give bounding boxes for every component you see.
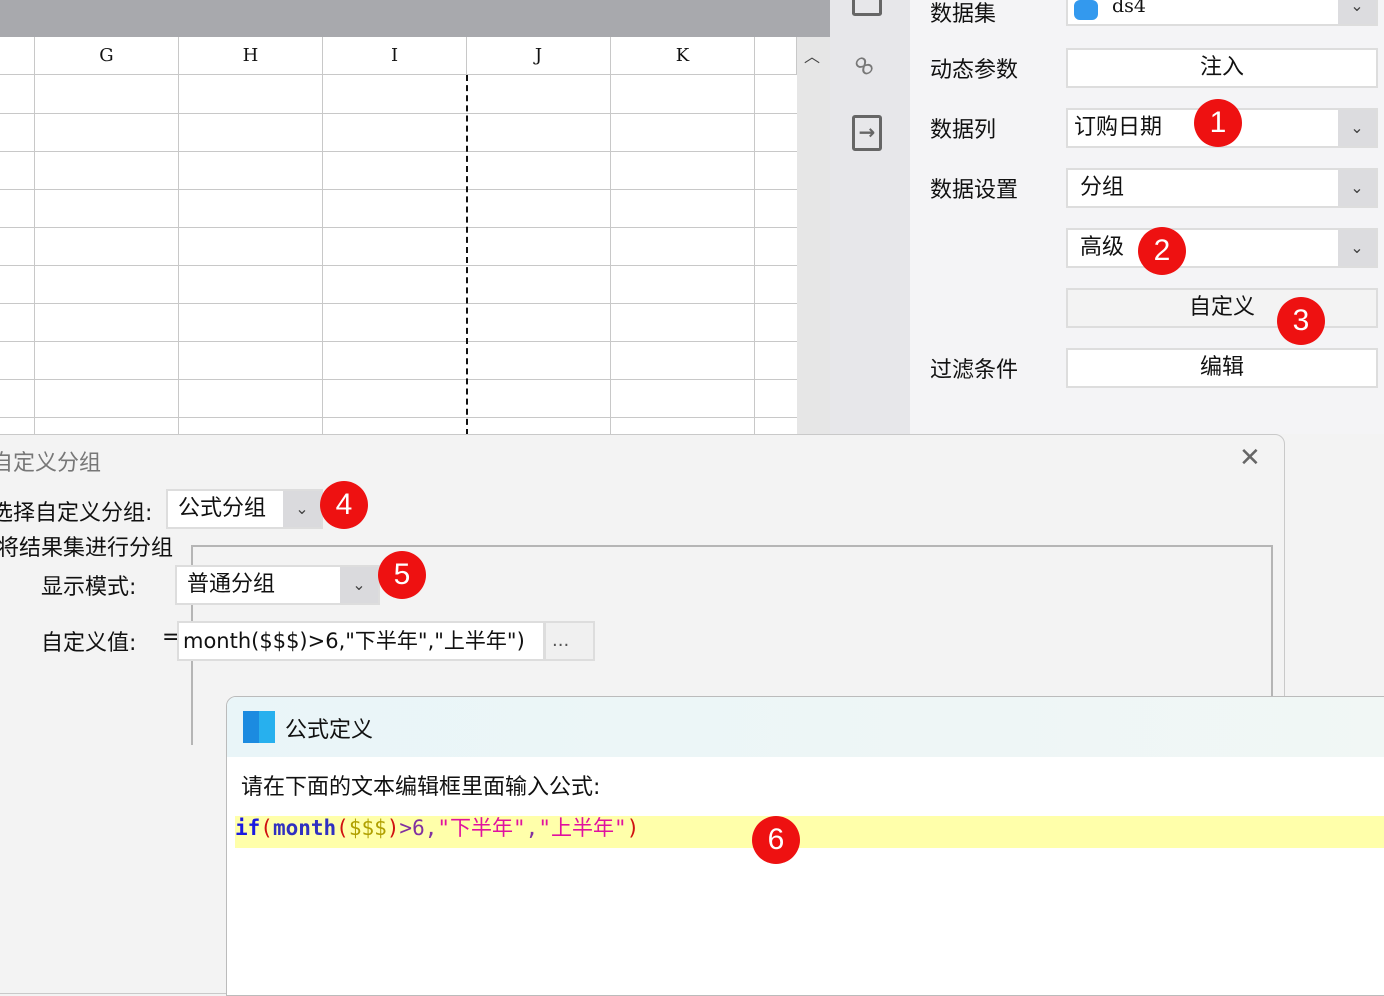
code-arg: $$$ <box>348 816 387 840</box>
code-paren: ) <box>386 816 400 840</box>
dataset-value: ds4 <box>1112 0 1147 17</box>
database-icon <box>1074 0 1098 20</box>
group-type-value: 公式分组 <box>178 496 267 521</box>
toolbar-strip <box>0 0 830 37</box>
display-mode-label: 显示模式: <box>41 575 137 600</box>
chevron-down-icon[interactable]: ⌄ <box>1338 110 1376 146</box>
data-setting-label: 数据设置 <box>930 178 1019 203</box>
code-string: "下半年" <box>437 816 526 840</box>
custom-value-label: 自定义值: <box>41 631 137 656</box>
column-header-g[interactable]: G <box>35 37 179 75</box>
step-badge-6: 6 <box>752 816 800 864</box>
dialog-title: 自定义分组 <box>0 451 102 476</box>
code-keyword: if <box>235 816 261 840</box>
step-badge-5: 5 <box>378 551 426 599</box>
column-header-k[interactable]: K <box>611 37 755 75</box>
column-header-i[interactable]: I <box>323 37 467 75</box>
chevron-down-icon[interactable]: ⌄ <box>1338 0 1376 24</box>
group-box-title: 将结果集进行分组 <box>0 530 180 562</box>
import-icon[interactable]: → <box>852 115 882 151</box>
code-string: "上半年" <box>538 816 627 840</box>
column-header-h[interactable]: H <box>179 37 323 75</box>
code-paren: ) <box>626 816 640 840</box>
vertical-scrollbar[interactable]: ︿ <box>797 37 830 437</box>
group-type-select[interactable]: 公式分组 ⌄ <box>166 489 323 529</box>
code-operator: >6, <box>399 816 438 840</box>
formula-dialog-title: 公式定义 <box>285 718 374 743</box>
spreadsheet-grid[interactable]: G H I J K <box>0 37 797 437</box>
step-badge-2: 2 <box>1138 227 1186 275</box>
inject-button[interactable]: 注入 <box>1066 48 1378 88</box>
data-column-label: 数据列 <box>930 118 997 143</box>
advanced-value: 高级 <box>1080 235 1125 260</box>
chevron-down-icon[interactable]: ⌄ <box>1338 230 1376 266</box>
data-setting-select[interactable]: 分组 ⌄ <box>1066 168 1378 208</box>
custom-button[interactable]: 自定义 <box>1066 288 1378 328</box>
dataset-select[interactable]: ds4 ⌄ <box>1066 0 1378 26</box>
chevron-down-icon[interactable]: ⌄ <box>340 567 378 603</box>
step-badge-1: 1 <box>1194 99 1242 147</box>
dynamic-param-label: 动态参数 <box>930 58 1019 83</box>
display-mode-select[interactable]: 普通分组 ⌄ <box>175 565 380 605</box>
scroll-up-icon[interactable]: ︿ <box>804 43 820 67</box>
step-badge-3: 3 <box>1277 297 1325 345</box>
dataset-label: 数据集 <box>930 2 997 27</box>
list-icon[interactable] <box>852 0 882 16</box>
display-mode-value: 普通分组 <box>187 572 276 597</box>
column-header-j[interactable]: J <box>467 37 611 75</box>
chevron-down-icon[interactable]: ⌄ <box>283 491 321 527</box>
data-column-value: 订购日期 <box>1074 115 1163 140</box>
close-icon[interactable]: ✕ <box>1239 443 1261 473</box>
edit-filter-button[interactable]: 编辑 <box>1066 348 1378 388</box>
step-badge-4: 4 <box>320 481 368 529</box>
formula-editor[interactable]: if(month($$$)>6,"下半年","上半年") <box>235 816 1384 848</box>
code-paren: ( <box>260 816 273 840</box>
advanced-select[interactable]: 高级 ⌄ <box>1066 228 1378 268</box>
chevron-down-icon[interactable]: ⌄ <box>1338 170 1376 206</box>
column-header-partial <box>0 37 35 75</box>
select-group-label: 选择自定义分组: <box>0 501 153 526</box>
code-paren: ( <box>336 816 349 840</box>
side-icon-strip: ∞ → <box>830 0 910 434</box>
filter-label: 过滤条件 <box>930 358 1019 383</box>
link-icon[interactable]: ∞ <box>843 44 885 86</box>
app-logo-icon <box>243 711 275 743</box>
code-function: month <box>272 816 337 840</box>
code-comma: , <box>525 816 539 840</box>
formula-dialog: 公式定义 请在下面的文本编辑框里面输入公式: if(month($$$)>6,"… <box>226 696 1384 996</box>
formula-dialog-titlebar: 公式定义 <box>227 697 1384 757</box>
data-setting-value: 分组 <box>1080 175 1125 200</box>
custom-value-input[interactable]: month($$$)>6,"下半年","上半年") <box>177 621 545 661</box>
more-button[interactable]: ... <box>544 621 595 661</box>
formula-prompt: 请在下面的文本编辑框里面输入公式: <box>241 775 601 800</box>
property-panel: 数据集 ds4 ⌄ 动态参数 注入 数据列 订购日期 ⌄ 数据设置 分组 ⌄ 高级 ⌄… <box>910 0 1384 434</box>
page-break-line <box>466 75 468 435</box>
column-header-partial <box>755 37 797 75</box>
